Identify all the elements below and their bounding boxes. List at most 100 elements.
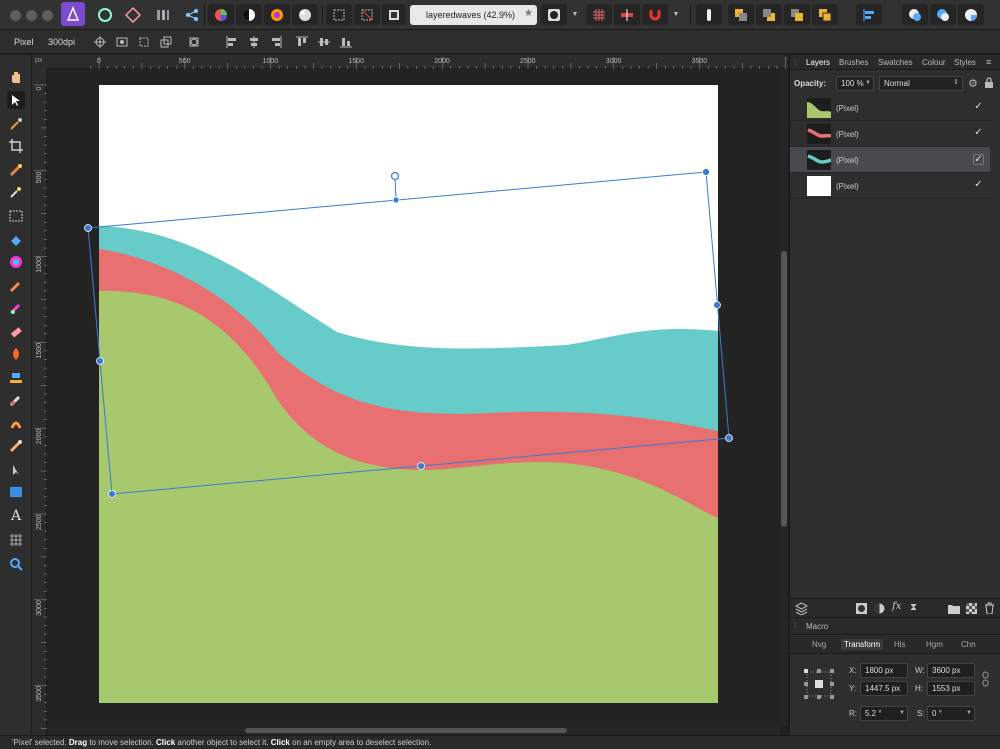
deselect-icon[interactable] [354,4,380,25]
persona-develop-icon[interactable] [152,4,174,25]
layer-row[interactable]: (Pixel) ✓ [790,95,990,121]
visibility-checkbox[interactable]: ✓ [973,128,984,139]
rotation-handle[interactable] [390,171,400,181]
color-picker-icon[interactable] [7,115,25,133]
layer-row[interactable]: (Pixel) ✓ [790,121,990,147]
tab-brushes[interactable]: Brushes [839,58,868,67]
boolean-subtract-icon[interactable] [930,4,956,25]
window-close-button[interactable] [10,10,21,21]
transform-objects-icon[interactable] [156,33,175,50]
w-field[interactable]: 3600 px [927,663,975,678]
move-tool-icon[interactable] [7,91,25,109]
lock-icon[interactable] [984,77,994,91]
handle-right-middle[interactable] [713,301,721,309]
align-top-icon[interactable] [292,33,311,50]
clone-brush-icon[interactable] [7,369,25,387]
layer-row-selected[interactable]: (Pixel) ✓ [790,147,990,173]
arrange-front-icon[interactable] [812,4,838,25]
paint-brush-icon[interactable] [7,277,25,295]
share-icon[interactable] [181,4,203,25]
invert-selection-icon[interactable] [382,4,406,25]
gear-icon[interactable]: ⚙ [968,77,978,90]
horizontal-scrollbar[interactable] [47,726,780,735]
layers-stack-icon[interactable] [794,602,809,617]
smudge-brush-icon[interactable] [7,415,25,433]
marquee-select-icon[interactable] [326,4,352,25]
arrange-backward-icon[interactable] [756,4,782,25]
crop-tool-icon[interactable] [7,137,25,155]
align-center-icon[interactable] [244,33,263,50]
black-white-icon[interactable] [236,4,262,25]
text-tool-icon[interactable]: A [7,507,25,525]
rectangle-tool-icon[interactable] [7,483,25,501]
assistant-icon[interactable] [696,4,722,25]
arrange-forward-icon[interactable] [784,4,810,25]
tab-macro[interactable]: Macro [806,622,828,631]
document-title-field[interactable]: layeredwaves (42.9%) ★ [410,5,537,25]
mesh-grid-icon[interactable] [7,531,25,549]
magnet-icon[interactable] [642,4,668,25]
mask-layer-icon[interactable] [856,603,867,616]
levels-icon[interactable] [208,4,234,25]
dodge-brush-icon[interactable] [7,345,25,363]
anchor-point-selector-icon[interactable] [803,668,835,702]
gradient-tool-icon[interactable] [7,253,25,271]
align-right-icon[interactable] [266,33,285,50]
layer-row[interactable]: (Pixel) ✓ [790,173,990,199]
visibility-checkbox[interactable]: ✓ [973,180,984,191]
hand-tool-icon[interactable] [7,67,25,85]
window-zoom-button[interactable] [42,10,53,21]
rotate-icon[interactable] [184,33,203,50]
rotation-field[interactable]: 5.2 ° ▼ [860,706,908,721]
grip-icon[interactable]: ⁞ [794,621,796,630]
healing-brush-icon[interactable] [7,391,25,409]
window-minimize-button[interactable] [26,10,37,21]
handle-top-right[interactable] [702,168,710,176]
opacity-field[interactable]: 100 % ▼ [836,76,874,91]
align-bottom-icon[interactable] [336,33,355,50]
visibility-checkbox[interactable]: ✓ [973,154,984,165]
vertical-scrollbar[interactable] [780,69,788,726]
tab-channels[interactable]: Chn [961,640,976,649]
align-icon[interactable] [856,4,882,25]
live-filter-icon[interactable]: ⧗ [910,602,917,613]
shear-field[interactable]: 0 ° ▼ [927,706,975,721]
handle-top-left[interactable] [84,224,92,232]
tab-history[interactable]: His [894,640,906,649]
flood-fill-icon[interactable] [7,231,25,249]
x-field[interactable]: 1800 px [860,663,908,678]
snapping-grid-icon[interactable] [586,4,612,25]
node-tool-icon[interactable] [7,461,25,479]
trash-icon[interactable] [984,602,995,616]
selection-brush-icon[interactable] [7,161,25,179]
grip-icon[interactable]: ⁞ [794,58,796,67]
tab-layers[interactable]: Layers [806,58,830,67]
flood-select-icon[interactable] [7,183,25,201]
tab-histogram[interactable]: Hgm [926,640,943,649]
fx-icon[interactable]: fx [892,601,901,612]
handle-bottom-middle[interactable] [417,462,425,470]
chevron-down-icon[interactable]: ▼ [569,4,581,25]
mesh-warp-icon[interactable] [7,437,25,455]
link-chain-icon[interactable] [982,671,990,689]
folder-icon[interactable] [948,603,960,616]
quick-mask-icon[interactable] [541,4,567,25]
rectangle-marquee-icon[interactable] [7,207,25,225]
handle-bottom-left[interactable] [108,490,116,498]
handle-left-middle[interactable] [96,357,104,365]
zoom-tool-icon[interactable] [7,555,25,573]
tab-colour[interactable]: Colour [922,58,946,67]
panel-menu-icon[interactable]: ≡ [986,57,991,67]
persona-photo-icon[interactable] [94,4,116,25]
adjustment-layer-icon[interactable] [874,603,885,616]
color-replacement-icon[interactable] [7,299,25,317]
persona-liquify-icon[interactable] [122,4,144,25]
tab-transform[interactable]: Transform [841,639,884,650]
handle-top-middle[interactable] [392,196,400,204]
snapping-guides-icon[interactable] [614,4,640,25]
hsl-icon[interactable] [264,4,290,25]
align-left-icon[interactable] [222,33,241,50]
boolean-intersect-icon[interactable] [958,4,984,25]
boolean-add-icon[interactable] [902,4,928,25]
arrange-back-icon[interactable] [728,4,754,25]
